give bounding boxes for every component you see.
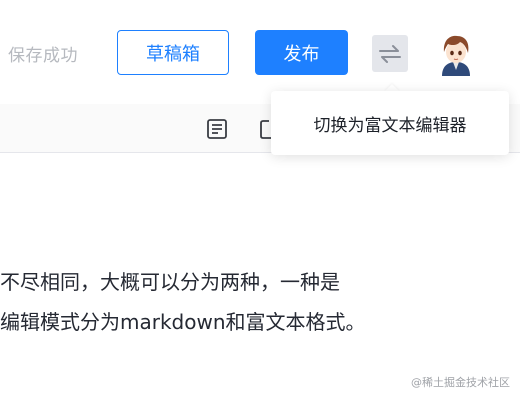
editor-content[interactable]: 不尽相同，大概可以分为两种，一种是 编辑模式分为markdown和富文本格式。 xyxy=(0,262,366,342)
content-line: 编辑模式分为markdown和富文本格式。 xyxy=(0,310,366,334)
avatar[interactable] xyxy=(436,32,476,76)
drafts-button[interactable]: 草稿箱 xyxy=(117,30,229,75)
list-icon[interactable] xyxy=(206,118,228,140)
tooltip-text: 切换为富文本编辑器 xyxy=(313,115,467,136)
save-status: 保存成功 xyxy=(8,46,78,66)
switch-editor-button[interactable] xyxy=(372,35,408,72)
switch-editor-tooltip: 切换为富文本编辑器 xyxy=(271,91,509,155)
publish-button[interactable]: 发布 xyxy=(255,30,348,75)
content-line: 不尽相同，大概可以分为两种，一种是 xyxy=(0,270,340,294)
watermark: @稀土掘金技术社区 xyxy=(411,376,510,389)
header-bar: 保存成功 草稿箱 发布 xyxy=(0,0,520,105)
swap-arrows-icon xyxy=(379,44,401,63)
